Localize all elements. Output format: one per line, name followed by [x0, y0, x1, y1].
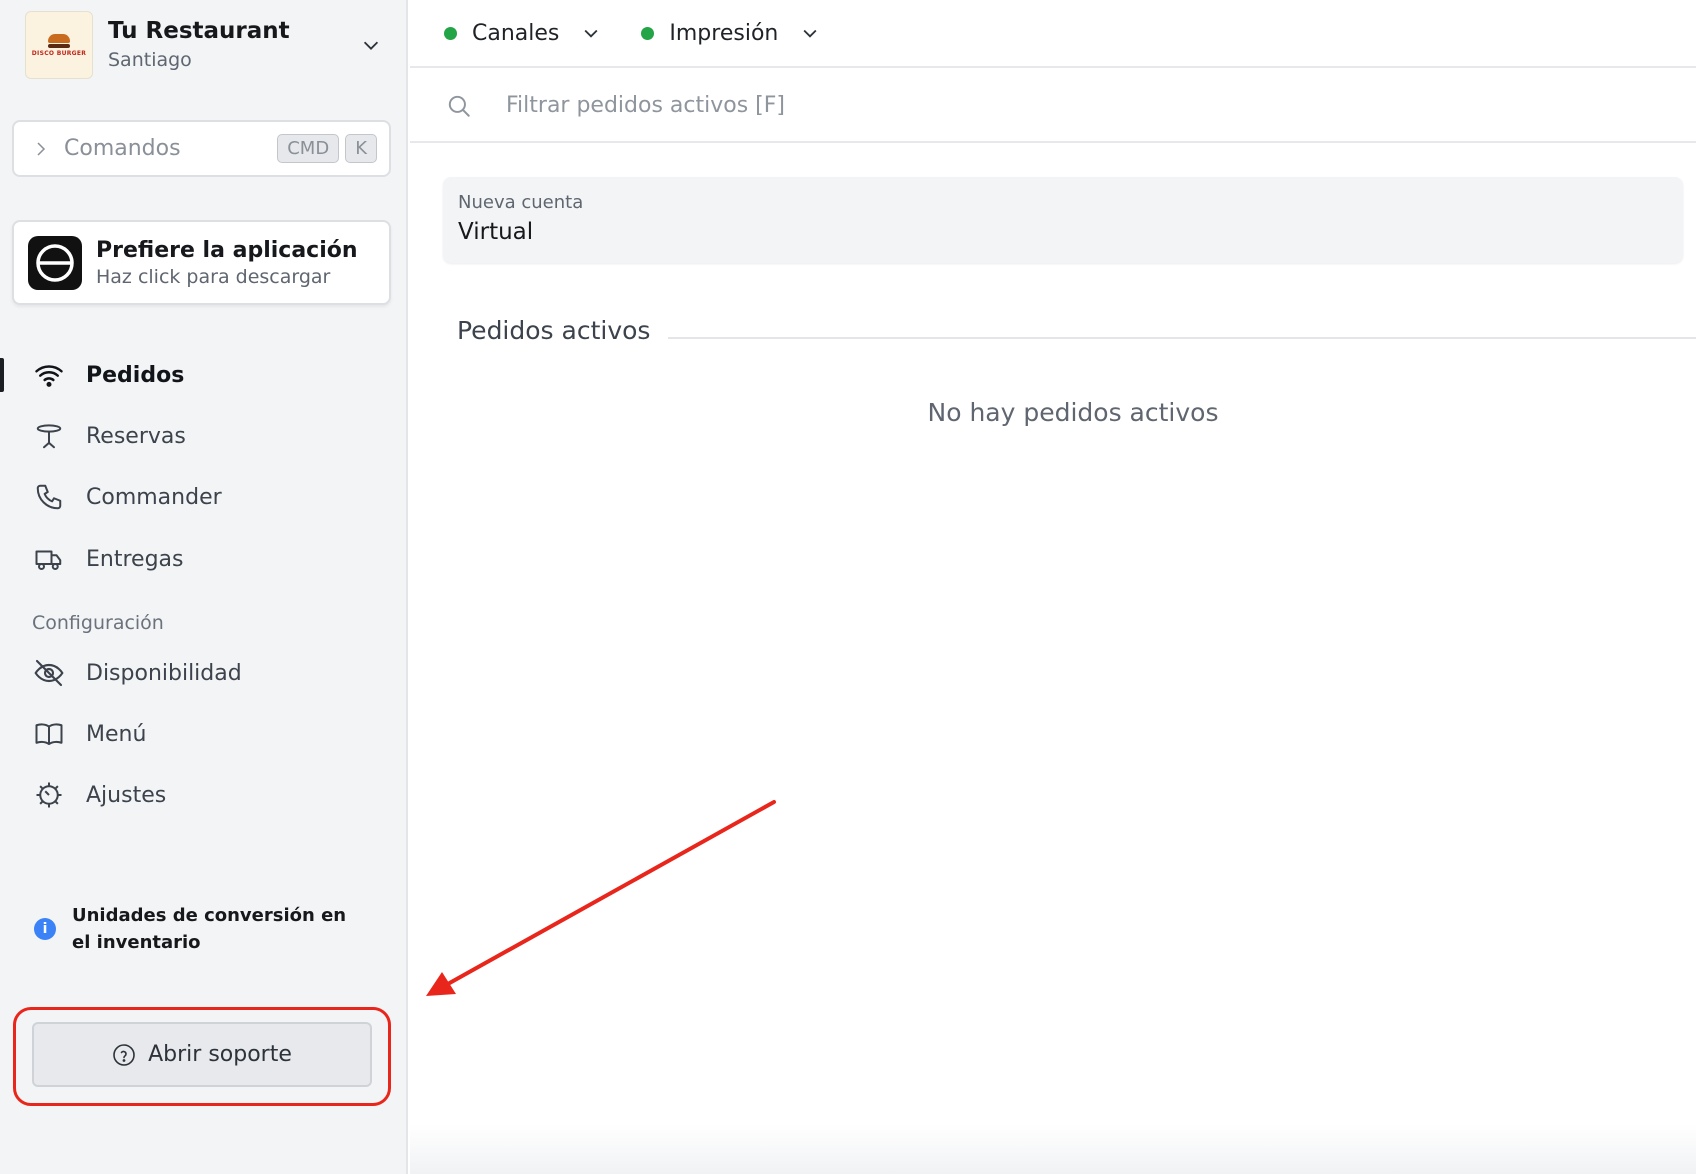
- config-section-label: Configuración: [32, 612, 164, 634]
- chevron-down-icon: [584, 29, 598, 38]
- new-account-card[interactable]: Nueva cuenta Virtual: [443, 177, 1683, 263]
- sidebar: DISCO BURGER Tu Restaurant Santiago Coma…: [0, 0, 408, 1174]
- table-icon: [32, 419, 66, 453]
- restaurant-city: Santiago: [108, 49, 192, 71]
- download-app-title: Prefiere la aplicación: [96, 237, 358, 263]
- printing-label: Impresión: [669, 20, 779, 46]
- nav-item-disponibilidad[interactable]: Disponibilidad: [0, 650, 406, 696]
- announcement-link[interactable]: i Unidades de conversión en el inventari…: [34, 902, 364, 956]
- chevron-down-icon: [803, 29, 817, 38]
- printing-dropdown[interactable]: Impresión: [641, 21, 820, 46]
- order-filter-input[interactable]: [506, 93, 1106, 118]
- status-dot: [641, 26, 655, 40]
- restaurant-name: Tu Restaurant: [108, 18, 290, 44]
- nav-item-entregas[interactable]: Entregas: [0, 536, 406, 582]
- nav-item-pedidos[interactable]: Pedidos: [0, 352, 406, 398]
- open-support-label: Abrir soporte: [148, 1042, 292, 1067]
- chevron-down-icon: [363, 41, 379, 50]
- nav-item-label: Menú: [86, 721, 147, 747]
- nav-item-ajustes[interactable]: Ajustes: [0, 772, 406, 818]
- nav-item-reservas[interactable]: Reservas: [0, 413, 406, 459]
- nav-item-label: Disponibilidad: [86, 660, 242, 686]
- download-app-card[interactable]: Prefiere la aplicación Haz click para de…: [12, 220, 391, 305]
- restaurant-logo: DISCO BURGER: [25, 11, 93, 79]
- truck-icon: [32, 542, 66, 576]
- section-divider: [668, 337, 1696, 339]
- status-dot: [444, 26, 457, 40]
- command-palette-button[interactable]: Comandos CMD K: [12, 120, 391, 177]
- order-filter-bar: [410, 70, 1696, 143]
- shortcut-key-cmd: CMD: [277, 134, 340, 163]
- book-icon: [32, 717, 66, 751]
- top-bar: Canales Impresión: [410, 0, 1696, 68]
- nav-item-label: Ajustes: [86, 782, 167, 808]
- active-orders-heading: Pedidos activos: [457, 316, 651, 345]
- channels-label: Canales: [472, 20, 560, 46]
- logo-brand-text: DISCO BURGER: [31, 49, 87, 57]
- channels-dropdown[interactable]: Canales: [444, 21, 601, 46]
- command-palette-label: Comandos: [64, 136, 181, 161]
- nav-item-label: Pedidos: [86, 362, 185, 388]
- wifi-icon: [32, 358, 66, 392]
- new-account-value: Virtual: [458, 219, 534, 245]
- download-app-subtitle: Haz click para descargar: [96, 265, 331, 288]
- nav-item-label: Commander: [86, 484, 222, 510]
- eye-off-icon: [32, 656, 66, 690]
- restaurant-switcher[interactable]: DISCO BURGER Tu Restaurant Santiago: [25, 11, 387, 79]
- chevron-right-icon: [37, 141, 46, 156]
- new-account-label: Nueva cuenta: [458, 192, 584, 213]
- nav-item-label: Reservas: [86, 423, 186, 449]
- search-icon: [448, 95, 470, 117]
- announcement-text: Unidades de conversión en el inventario: [72, 905, 347, 953]
- nav-item-menu[interactable]: Menú: [0, 711, 406, 757]
- phone-icon: [32, 480, 66, 514]
- shortcut-key-k: K: [345, 134, 377, 163]
- empty-orders-message: No hay pedidos activos: [927, 398, 1219, 427]
- help-circle-icon: [113, 1043, 135, 1066]
- nav-item-commander[interactable]: Commander: [0, 474, 406, 520]
- app-logo-icon: [28, 235, 82, 290]
- gear-icon: [32, 778, 66, 812]
- bottom-fade: [410, 1124, 1696, 1174]
- info-icon: i: [34, 918, 56, 940]
- nav-item-label: Entregas: [86, 546, 184, 572]
- open-support-button[interactable]: Abrir soporte: [32, 1022, 372, 1087]
